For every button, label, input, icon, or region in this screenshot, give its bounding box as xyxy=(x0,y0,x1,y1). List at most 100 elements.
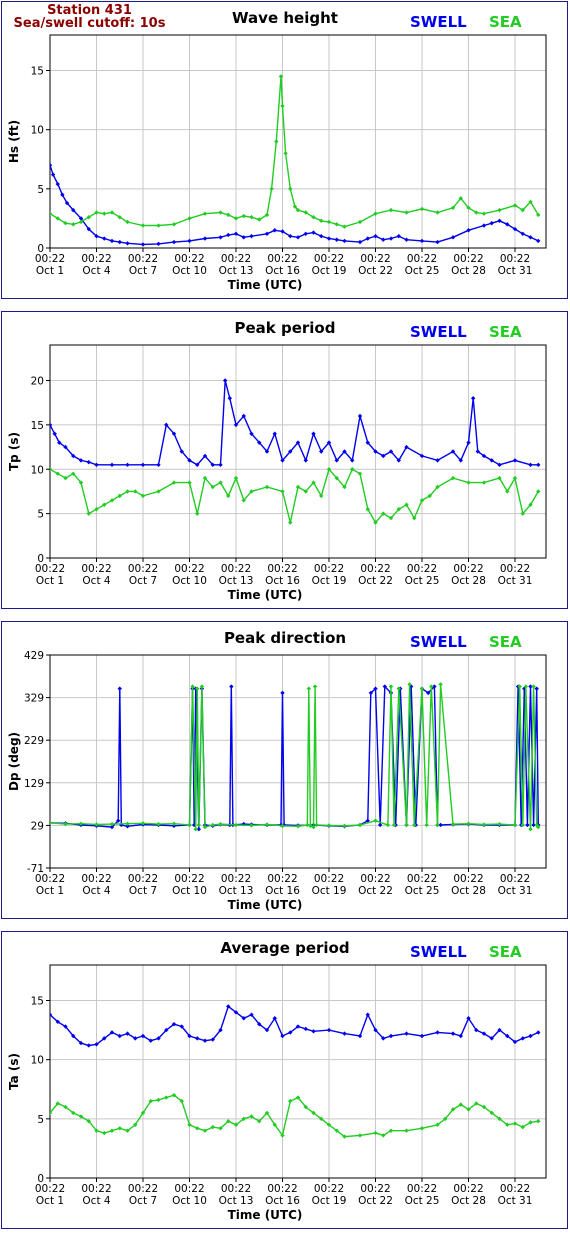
x-tick-date: Oct 13 xyxy=(219,575,254,587)
x-tick-time: 00:22 xyxy=(35,563,65,575)
chart-panel-peak-direction: Peak direction SWELL SEA -71 29 129 229 329 429 0… xyxy=(1,621,568,919)
x-tick-date: Oct 4 xyxy=(82,265,110,277)
x-tick-time: 00:22 xyxy=(314,563,344,575)
x-tick-date: Oct 16 xyxy=(265,575,300,587)
x-tick-date: Oct 31 xyxy=(498,575,533,587)
x-tick-time: 00:22 xyxy=(267,1183,297,1195)
x-tick-date: Oct 7 xyxy=(129,885,157,897)
x-tick-date: Oct 22 xyxy=(358,575,393,587)
x-tick-date: Oct 22 xyxy=(358,1195,393,1207)
plot-area xyxy=(50,345,546,558)
x-tick-time: 00:22 xyxy=(267,253,297,265)
x-tick-time: 00:22 xyxy=(35,1183,65,1195)
legend-swell: SWELL xyxy=(410,13,467,31)
x-tick-time: 00:22 xyxy=(500,1183,530,1195)
x-axis-label: Time (UTC) xyxy=(228,278,303,292)
y-tick-label: 5 xyxy=(37,509,44,521)
x-tick-time: 00:22 xyxy=(221,1183,251,1195)
x-tick-time: 00:22 xyxy=(128,563,158,575)
y-tick-label: 20 xyxy=(31,376,44,388)
y-tick-label: 429 xyxy=(24,650,44,662)
y-tick-label: 5 xyxy=(37,184,44,196)
x-tick-date: Oct 4 xyxy=(82,1195,110,1207)
x-tick-time: 00:22 xyxy=(360,1183,390,1195)
x-tick-date: Oct 22 xyxy=(358,885,393,897)
y-tick-label: 329 xyxy=(24,693,44,705)
x-tick-time: 00:22 xyxy=(360,873,390,885)
x-tick-date: Oct 1 xyxy=(36,265,64,277)
x-axis-label: Time (UTC) xyxy=(228,588,303,602)
x-tick-date: Oct 10 xyxy=(172,265,207,277)
x-tick-date: Oct 19 xyxy=(312,575,347,587)
x-tick-time: 00:22 xyxy=(128,1183,158,1195)
x-tick-date: Oct 31 xyxy=(498,885,533,897)
legend-sea: SEA xyxy=(489,943,522,961)
y-tick-label: 129 xyxy=(24,778,44,790)
x-tick-time: 00:22 xyxy=(81,873,111,885)
x-tick-time: 00:22 xyxy=(407,873,437,885)
x-tick-time: 00:22 xyxy=(453,873,483,885)
x-tick-date: Oct 25 xyxy=(405,1195,440,1207)
x-tick-time: 00:22 xyxy=(314,873,344,885)
chart-title: Peak direction xyxy=(224,629,346,647)
x-tick-date: Oct 1 xyxy=(36,1195,64,1207)
x-tick-date: Oct 7 xyxy=(129,575,157,587)
chart-title: Average period xyxy=(220,939,349,957)
x-tick-time: 00:22 xyxy=(35,873,65,885)
x-tick-date: Oct 25 xyxy=(405,575,440,587)
x-tick-date: Oct 28 xyxy=(451,885,486,897)
x-tick-time: 00:22 xyxy=(174,873,204,885)
x-tick-time: 00:22 xyxy=(314,253,344,265)
x-tick-time: 00:22 xyxy=(360,253,390,265)
x-axis-label: Time (UTC) xyxy=(228,898,303,912)
x-tick-time: 00:22 xyxy=(81,563,111,575)
y-tick-label: 29 xyxy=(31,820,44,832)
x-tick-time: 00:22 xyxy=(453,563,483,575)
y-tick-label: 15 xyxy=(31,66,44,78)
average-period-chart: Average period SWELL SEA05101500:22Oct 100… xyxy=(7,939,547,1222)
x-tick-time: 00:22 xyxy=(35,253,65,265)
x-tick-time: 00:22 xyxy=(267,873,297,885)
x-tick-date: Oct 7 xyxy=(129,265,157,277)
x-tick-time: 00:22 xyxy=(128,253,158,265)
x-tick-time: 00:22 xyxy=(453,1183,483,1195)
x-axis-label: Time (UTC) xyxy=(228,1208,303,1222)
x-tick-date: Oct 31 xyxy=(498,1195,533,1207)
x-tick-time: 00:22 xyxy=(360,563,390,575)
x-tick-date: Oct 7 xyxy=(129,1195,157,1207)
x-tick-date: Oct 10 xyxy=(172,1195,207,1207)
x-tick-time: 00:22 xyxy=(453,253,483,265)
y-tick-label: 15 xyxy=(31,996,44,1008)
x-tick-time: 00:22 xyxy=(407,563,437,575)
legend-swell: SWELL xyxy=(410,633,467,651)
x-tick-time: 00:22 xyxy=(221,563,251,575)
x-tick-date: Oct 19 xyxy=(312,265,347,277)
x-tick-date: Oct 10 xyxy=(172,885,207,897)
x-tick-date: Oct 13 xyxy=(219,265,254,277)
peak-direction-chart: Peak direction SWELL SEA-71291292293294290… xyxy=(7,629,547,912)
y-tick-label: 10 xyxy=(31,464,44,476)
legend-sea: SEA xyxy=(489,323,522,341)
x-tick-time: 00:22 xyxy=(128,873,158,885)
y-axis-label: Dp (deg) xyxy=(7,732,21,791)
x-tick-time: 00:22 xyxy=(81,253,111,265)
x-tick-time: 00:22 xyxy=(500,253,530,265)
x-tick-time: 00:22 xyxy=(81,1183,111,1195)
y-tick-label: 10 xyxy=(31,125,44,137)
x-tick-time: 00:22 xyxy=(174,1183,204,1195)
chart-title: Peak period xyxy=(235,319,336,337)
plot-area xyxy=(50,35,546,248)
x-tick-date: Oct 4 xyxy=(82,575,110,587)
x-tick-time: 00:22 xyxy=(500,563,530,575)
x-tick-date: Oct 13 xyxy=(219,885,254,897)
x-tick-time: 00:22 xyxy=(407,253,437,265)
x-tick-date: Oct 13 xyxy=(219,1195,254,1207)
x-tick-date: Oct 25 xyxy=(405,885,440,897)
x-tick-time: 00:22 xyxy=(407,1183,437,1195)
x-tick-date: Oct 1 xyxy=(36,575,64,587)
y-tick-label: 10 xyxy=(31,1055,44,1067)
x-tick-time: 00:22 xyxy=(267,563,297,575)
x-tick-time: 00:22 xyxy=(174,563,204,575)
x-tick-date: Oct 16 xyxy=(265,1195,300,1207)
x-tick-date: Oct 1 xyxy=(36,885,64,897)
